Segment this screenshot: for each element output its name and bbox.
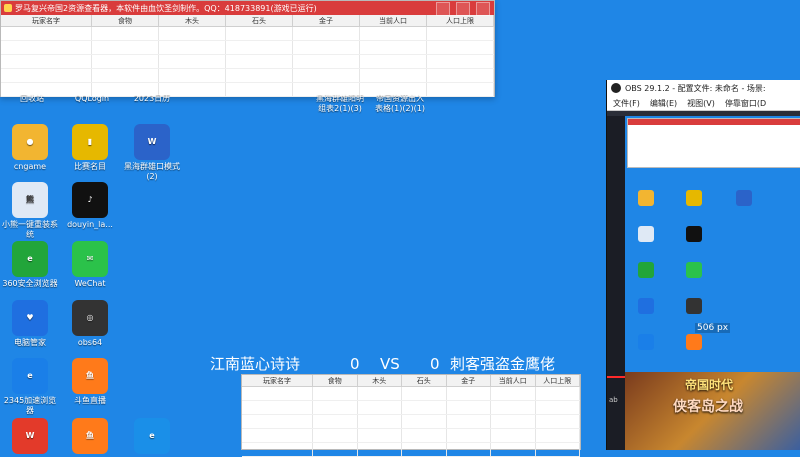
resource-table-copy: 玩家名字 食物 木头 石头 金子 当前人口 人口上限 — [242, 375, 580, 457]
vs-label: VS — [380, 354, 400, 373]
desktop-icon-douyu[interactable]: 鱼 斗鱼直播 — [60, 358, 120, 406]
shield-icon: ♥ — [12, 300, 48, 336]
desktop-label-qqlogin[interactable]: QQLogin — [62, 94, 122, 104]
preview-icon — [683, 262, 705, 279]
resource-viewer-titlebar[interactable]: 罗马复兴帝国2资源查看器，本软件由血饮圣剑制作。QQ：418733891(游戏已… — [1, 1, 494, 16]
resource-viewer-title: 罗马复兴帝国2资源查看器，本软件由血饮圣剑制作。QQ：418733891(游戏已… — [15, 3, 317, 13]
col-player-name[interactable]: 玩家名字 — [242, 375, 313, 387]
col-food[interactable]: 食物 — [91, 15, 159, 27]
col-stone[interactable]: 石头 — [225, 15, 293, 27]
wps-icon: W — [12, 418, 48, 454]
desktop-icon-wechat[interactable]: ✉ WeChat — [60, 241, 120, 289]
obs-left-strip: ab — [607, 116, 625, 450]
douyu-icon: 鱼 — [72, 358, 108, 394]
cngame-icon: ● — [12, 124, 48, 160]
col-pop-cap[interactable]: 人口上限 — [535, 375, 580, 387]
col-stone[interactable]: 石头 — [401, 375, 447, 387]
desktop-icon-douyin[interactable]: ♪ douyin_la... — [60, 182, 120, 230]
col-gold[interactable]: 金子 — [292, 15, 360, 27]
preview-icon — [683, 190, 705, 207]
measure-label: 506 px — [695, 323, 731, 333]
desktop-icon-match-list[interactable]: ▮ 比赛名目 — [60, 124, 120, 172]
desktop-icon-pc-manager[interactable]: ♥ 电脑管家 — [0, 300, 60, 348]
preview-resource-window — [627, 118, 800, 168]
col-current-pop[interactable]: 当前人口 — [490, 375, 536, 387]
word-icon: W — [134, 124, 170, 160]
table-row[interactable] — [242, 386, 580, 401]
ad-title: 帝国时代 — [685, 378, 734, 392]
close-button[interactable] — [476, 2, 490, 16]
menu-view[interactable]: 视图(V) — [687, 98, 715, 109]
wechat-icon: ✉ — [72, 241, 108, 277]
match-score-bar: 江南蓝心诗诗 0 VS 0 刺客强盗金鹰佬 — [210, 353, 610, 374]
edge-icon: e — [134, 418, 170, 454]
desktop-icon-2345-browser[interactable]: e 2345加速浏览器 — [0, 358, 60, 416]
col-current-pop[interactable]: 当前人口 — [359, 15, 427, 27]
preview-icon — [683, 226, 705, 243]
app-icon — [4, 4, 12, 12]
browser-360-icon: e — [12, 241, 48, 277]
left-score: 0 — [350, 354, 360, 373]
preview-icon — [635, 298, 657, 315]
obs-logo-icon — [611, 83, 621, 93]
col-wood[interactable]: 木头 — [158, 15, 226, 27]
desktop-icon-bear-reinstall[interactable]: 熊 小熊一键重装系统 — [0, 182, 60, 240]
resource-viewer-window-copy[interactable]: 玩家名字 食物 木头 石头 金子 当前人口 人口上限 — [241, 374, 581, 457]
desktop-icon-360-browser[interactable]: e 360安全浏览器 — [0, 241, 60, 289]
browser-2345-icon: e — [12, 358, 48, 394]
obs-strip-text: ab — [609, 396, 618, 404]
desktop-label-calendar[interactable]: 2023日历 — [122, 94, 182, 104]
obs-title: OBS 29.1.2 - 配置文件: 未命名 - 场景: — [625, 83, 766, 93]
table-row[interactable] — [1, 68, 494, 83]
right-score: 0 — [430, 354, 440, 373]
desktop-icon-edge[interactable]: e — [122, 418, 182, 456]
desktop-label-file-d[interactable]: 表格(1)(2)(1) — [360, 104, 440, 114]
col-gold[interactable]: 金子 — [446, 375, 491, 387]
tiktok-icon: ♪ — [72, 182, 108, 218]
table-row[interactable] — [242, 414, 580, 429]
desktop-icon-wps[interactable]: W — [0, 418, 60, 456]
desktop-label-recycle-bin[interactable]: 回收站 — [2, 94, 62, 104]
desktop-icon-word-doc[interactable]: W 黑海群雄口模式(2) — [122, 124, 182, 182]
ad-subtitle: 侠客岛之战 — [673, 399, 743, 415]
menu-file[interactable]: 文件(F) — [613, 98, 640, 109]
obs-icon: ◎ — [72, 300, 108, 336]
col-player-name[interactable]: 玩家名字 — [1, 15, 92, 27]
table-row[interactable] — [242, 428, 580, 443]
col-pop-cap[interactable]: 人口上限 — [426, 15, 494, 27]
minimize-button[interactable] — [436, 2, 450, 16]
desktop-icon-cngame[interactable]: ● cngame — [0, 124, 60, 172]
desktop-icon-douyu-2[interactable]: 鱼 — [60, 418, 120, 456]
resource-table: 玩家名字 食物 木头 石头 金子 当前人口 人口上限 — [1, 15, 494, 97]
preview-icon — [635, 190, 657, 207]
preview-icon — [635, 226, 657, 243]
preview-icon — [733, 190, 755, 207]
obs-preview[interactable] — [625, 116, 800, 416]
game-ad-banner[interactable]: 帝国时代 侠客岛之战 — [625, 372, 800, 450]
maximize-button[interactable] — [456, 2, 470, 16]
obs-titlebar[interactable]: OBS 29.1.2 - 配置文件: 未命名 - 场景: — [607, 80, 800, 96]
table-row[interactable] — [1, 54, 494, 69]
table-row[interactable] — [1, 26, 494, 41]
menu-docks[interactable]: 停靠窗口(D — [725, 98, 766, 109]
folder-icon: ▮ — [72, 124, 108, 160]
desktop-label-file-b[interactable]: 帝国资源出入 — [360, 94, 440, 104]
col-wood[interactable]: 木头 — [357, 375, 402, 387]
preview-icon — [683, 334, 705, 351]
preview-icon — [635, 262, 657, 279]
col-food[interactable]: 食物 — [312, 375, 358, 387]
preview-icon — [683, 298, 705, 315]
resource-viewer-window[interactable]: 罗马复兴帝国2资源查看器，本软件由血饮圣剑制作。QQ：418733891(游戏已… — [0, 0, 495, 97]
desktop-icon-obs64[interactable]: ◎ obs64 — [60, 300, 120, 348]
bear-icon: 熊 — [12, 182, 48, 218]
left-player-name: 江南蓝心诗诗 — [210, 355, 301, 373]
menu-edit[interactable]: 编辑(E) — [650, 98, 677, 109]
table-row[interactable] — [242, 400, 580, 415]
douyu-icon: 鱼 — [72, 418, 108, 454]
obs-window[interactable]: OBS 29.1.2 - 配置文件: 未命名 - 场景: 文件(F) 编辑(E)… — [606, 80, 800, 450]
obs-menubar: 文件(F) 编辑(E) 视图(V) 停靠窗口(D — [607, 96, 800, 111]
right-player-name: 刺客强盗金鹰佬 — [450, 355, 556, 373]
preview-icon — [635, 334, 657, 351]
table-row[interactable] — [1, 40, 494, 55]
